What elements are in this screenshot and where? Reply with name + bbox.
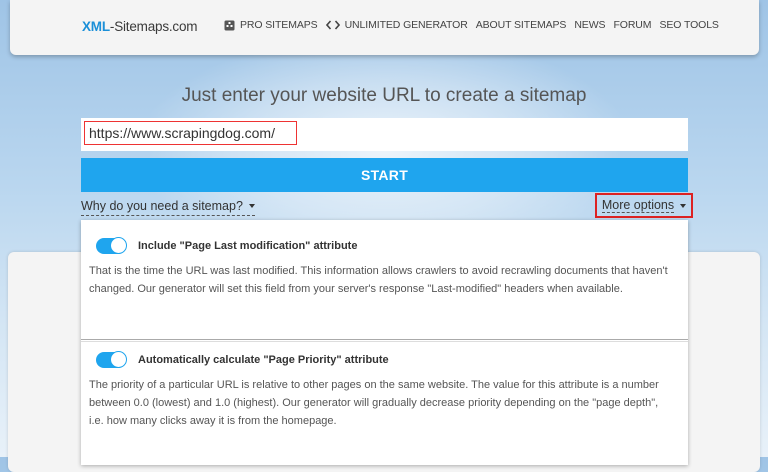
toggle-knob <box>110 351 127 368</box>
caret-down-icon <box>248 204 255 208</box>
why-sitemap-link[interactable]: Why do you need a sitemap? <box>81 197 255 216</box>
site-logo[interactable]: XML-Sitemaps.com <box>82 19 198 34</box>
option-header: Include "Page Last modification" attribu… <box>96 237 358 254</box>
last-modification-toggle[interactable] <box>96 237 127 254</box>
nav-item-unlimited-generator[interactable]: UNLIMITED GENERATOR <box>325 19 468 31</box>
option-last-modification: Include "Page Last modification" attribu… <box>81 220 688 340</box>
option-title: Automatically calculate "Page Priority" … <box>138 354 389 366</box>
page-headline: Just enter your website URL to create a … <box>181 85 587 106</box>
option-description: The priority of a particular URL is rela… <box>89 379 659 427</box>
sitemap-icon <box>224 20 235 31</box>
option-header: Automatically calculate "Page Priority" … <box>96 351 389 368</box>
website-url-input[interactable] <box>84 121 297 145</box>
option-page-priority: Automatically calculate "Page Priority" … <box>81 341 688 465</box>
main-nav: PRO SITEMAPS UNLIMITED GENERATOR ABOUT S… <box>224 19 727 31</box>
more-options-toggle[interactable]: More options <box>595 193 693 218</box>
option-description: That is the time the URL was last modifi… <box>89 265 668 295</box>
nav-item-about-sitemaps[interactable]: ABOUT SITEMAPS <box>476 19 567 31</box>
site-header: XML-Sitemaps.com PRO SITEMAPS UNLIMITED … <box>10 0 759 55</box>
options-panel: Include "Page Last modification" attribu… <box>81 220 688 465</box>
code-icon <box>325 20 340 30</box>
nav-item-seo-tools[interactable]: SEO TOOLS <box>659 19 719 31</box>
nav-item-forum[interactable]: FORUM <box>613 19 651 31</box>
caret-down-icon <box>680 203 687 208</box>
start-button[interactable]: START <box>81 158 688 192</box>
nav-item-pro-sitemaps[interactable]: PRO SITEMAPS <box>224 19 318 31</box>
nav-item-news[interactable]: NEWS <box>574 19 605 31</box>
page-priority-toggle[interactable] <box>96 351 127 368</box>
option-title: Include "Page Last modification" attribu… <box>138 240 358 252</box>
toggle-knob <box>110 237 127 254</box>
url-input-container <box>81 118 688 151</box>
